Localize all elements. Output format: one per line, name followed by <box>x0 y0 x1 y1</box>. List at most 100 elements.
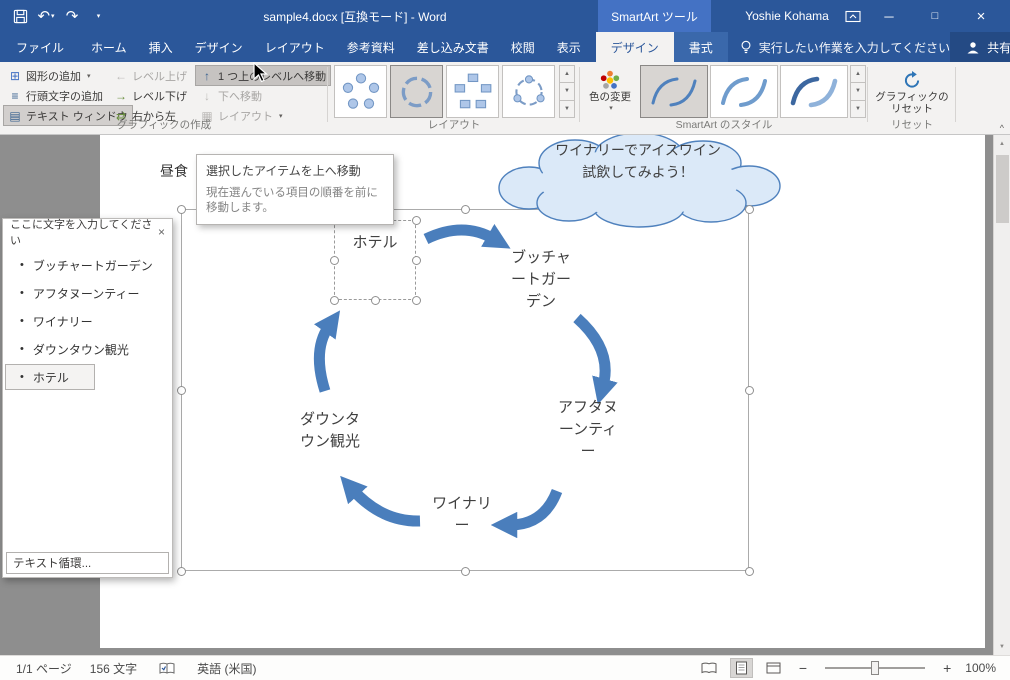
vertical-scrollbar[interactable]: ▲ ▼ <box>993 135 1010 655</box>
cycle-node-downtown[interactable]: ダウンタ ウン観光 <box>288 409 372 453</box>
save-button[interactable] <box>10 4 30 28</box>
gallery-more-button[interactable]: ▼ <box>559 100 575 118</box>
status-bar-left: 1/1 ページ 156 文字 英語 (米国) <box>0 660 256 677</box>
selection-handle[interactable] <box>745 567 754 576</box>
redo-icon: ↷ <box>65 8 79 25</box>
layout-thumbnail-3[interactable] <box>446 65 499 118</box>
reset-graphic-button[interactable]: グラフィックの リセット <box>872 65 952 118</box>
tab-references[interactable]: 参考資料 <box>336 32 406 62</box>
proofing-status-button[interactable] <box>155 660 179 677</box>
text-pane-close-button[interactable]: × <box>158 225 165 239</box>
web-layout-icon <box>766 662 781 674</box>
close-button[interactable]: × <box>958 0 1004 32</box>
web-layout-button[interactable] <box>762 660 785 676</box>
cycle-node-winery[interactable]: ワイナリ ー <box>420 493 504 537</box>
page-indicator[interactable]: 1/1 ページ <box>16 660 72 677</box>
tab-review[interactable]: 校閲 <box>500 32 546 62</box>
smartart-style-thumbnail-1[interactable] <box>640 65 708 118</box>
tab-smartart-design[interactable]: デザイン <box>595 32 674 62</box>
gallery-more-button[interactable]: ▼ <box>850 100 866 118</box>
layout-thumbnail-1[interactable] <box>334 65 387 118</box>
text-pane-item-label: アフタヌーンティー <box>32 286 140 301</box>
cycle-node-afternoon-tea[interactable]: アフタヌ ーンティ ー <box>546 397 630 463</box>
move-down-label: 下へ移動 <box>218 90 262 103</box>
layout-thumbnail-4[interactable] <box>502 65 555 118</box>
scroll-thumb[interactable] <box>996 155 1009 223</box>
cycle-node-butchart-garden[interactable]: ブッチャ ートガー デン <box>499 247 583 313</box>
gallery-down-button[interactable]: ▼ <box>559 83 575 101</box>
minimize-button[interactable]: ─ <box>866 0 912 32</box>
selection-handle[interactable] <box>177 205 186 214</box>
zoom-slider[interactable] <box>825 661 926 675</box>
undo-button[interactable]: ↶ ▾ <box>36 4 56 28</box>
move-up-button[interactable]: ↑ 1 つ上のレベルへ移動 <box>194 65 332 86</box>
selected-node-outline[interactable] <box>334 220 416 300</box>
zoom-level[interactable]: 100% <box>965 661 996 675</box>
selection-handle[interactable] <box>461 205 470 214</box>
text-pane-item-selected[interactable]: • ホテル <box>5 364 95 390</box>
tab-home[interactable]: ホーム <box>80 32 138 62</box>
smartart-style-thumbnail-2[interactable] <box>710 65 778 118</box>
tell-me-box[interactable]: 実行したい作業を入力してください <box>740 32 950 62</box>
tab-view[interactable]: 表示 <box>546 32 592 62</box>
collapse-ribbon-button[interactable]: ^ <box>1000 123 1004 133</box>
add-bullet-button[interactable]: ≡ 行頭文字の追加 <box>4 86 107 105</box>
word-count[interactable]: 156 文字 <box>90 660 137 677</box>
qat-customize-button[interactable]: ▾ <box>88 4 108 28</box>
read-mode-button[interactable] <box>697 660 721 676</box>
selection-handle[interactable] <box>412 216 421 225</box>
text-pane-item[interactable]: • ダウンタウン観光 <box>3 335 172 363</box>
smartart-style-thumbnail-3[interactable] <box>780 65 848 118</box>
add-shape-button[interactable]: ⊞ 図形の追加 ▾ <box>4 66 95 85</box>
print-layout-button[interactable] <box>729 658 753 678</box>
selection-handle[interactable] <box>177 567 186 576</box>
selection-handle[interactable] <box>177 386 186 395</box>
text-pane-header: ここに文字を入力してください × <box>3 219 172 247</box>
language-indicator[interactable]: 英語 (米国) <box>197 660 256 677</box>
tab-mailings[interactable]: 差し込み文書 <box>406 32 500 62</box>
selection-handle[interactable] <box>330 296 339 305</box>
group-separator <box>955 67 956 122</box>
gallery-down-button[interactable]: ▼ <box>850 83 866 101</box>
zoom-slider-thumb[interactable] <box>871 661 880 675</box>
selection-handle[interactable] <box>461 567 470 576</box>
share-label: 共有 <box>987 40 1010 55</box>
selection-handle[interactable] <box>745 386 754 395</box>
tab-design[interactable]: デザイン <box>184 32 254 62</box>
scroll-down-button[interactable]: ▼ <box>994 638 1010 655</box>
change-colors-button[interactable]: 色の変更 ▾ <box>584 65 636 118</box>
selection-handle[interactable] <box>412 296 421 305</box>
text-pane: ここに文字を入力してください × • ブッチャートガーデン • アフタヌーンティ… <box>2 218 173 578</box>
demote-button[interactable]: → レベル下げ <box>110 86 191 105</box>
text-pane-item[interactable]: • ワイナリー <box>3 307 172 335</box>
selection-handle[interactable] <box>745 205 754 214</box>
ribbon-display-options-button[interactable] <box>840 0 866 32</box>
person-icon <box>967 41 979 53</box>
share-button[interactable]: 共有 <box>950 32 1010 62</box>
maximize-button[interactable]: □ <box>912 0 958 32</box>
document-body-text[interactable]: 昼食 <box>160 161 188 181</box>
text-pane-item[interactable]: • アフタヌーンティー <box>3 279 172 307</box>
scroll-up-button[interactable]: ▲ <box>994 135 1010 152</box>
selection-handle[interactable] <box>330 256 339 265</box>
selection-handle[interactable] <box>371 296 380 305</box>
text-pane-footer[interactable]: テキスト循環... <box>6 552 169 574</box>
tab-file[interactable]: ファイル <box>0 32 80 62</box>
reset-graphic-label: グラフィックの リセット <box>875 91 949 115</box>
layout-thumbnail-2[interactable] <box>390 65 443 118</box>
smartart-contextual-tabs: デザイン 書式 <box>595 32 728 62</box>
tab-smartart-format[interactable]: 書式 <box>674 32 728 62</box>
text-pane-list: • ブッチャートガーデン • アフタヌーンティー • ワイナリー • ダウンタウ… <box>3 244 172 390</box>
change-colors-label: 色の変更 <box>589 91 631 103</box>
tab-layout[interactable]: レイアウト <box>254 32 336 62</box>
zoom-in-button[interactable]: + <box>939 660 955 676</box>
selection-handle[interactable] <box>412 256 421 265</box>
gallery-up-button[interactable]: ▲ <box>559 65 575 84</box>
tab-insert[interactable]: 挿入 <box>138 32 184 62</box>
text-pane-item[interactable]: • ブッチャートガーデン <box>3 251 172 279</box>
user-name[interactable]: Yoshie Kohama <box>726 0 848 32</box>
cloud-callout-text[interactable]: ワイナリーでアイスワイン 試飲してみよう！ <box>487 139 789 183</box>
gallery-up-button[interactable]: ▲ <box>850 65 866 84</box>
redo-button[interactable]: ↷ <box>62 4 82 28</box>
zoom-out-button[interactable]: − <box>795 660 811 676</box>
